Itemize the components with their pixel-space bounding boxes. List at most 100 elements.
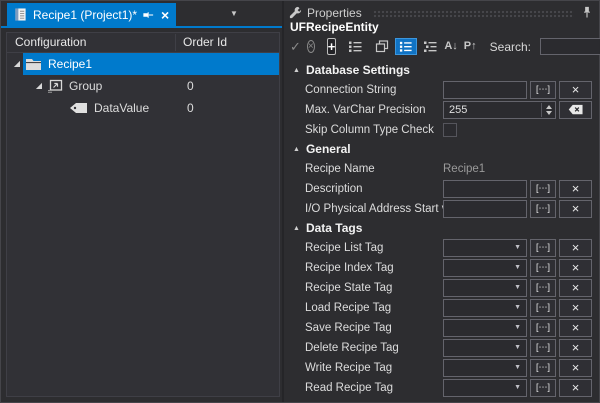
clear-button[interactable]: × bbox=[559, 319, 592, 337]
backspace-clear-button[interactable] bbox=[559, 101, 592, 119]
ellipsis-button[interactable]: [⋯] bbox=[530, 339, 556, 357]
tree-row-content: DataValue bbox=[67, 97, 279, 119]
list-settings-icon[interactable] bbox=[348, 40, 363, 53]
combo-select[interactable]: ▼ bbox=[443, 359, 527, 377]
property-row: Save Recipe Tag▼[⋯]× bbox=[289, 318, 592, 337]
ellipsis-button[interactable]: [⋯] bbox=[530, 299, 556, 317]
property-grid: ▲Database SettingsConnection String[⋯]×M… bbox=[289, 58, 592, 402]
chevron-down-icon[interactable]: ▼ bbox=[512, 344, 523, 351]
combo-select[interactable]: ▼ bbox=[443, 279, 527, 297]
expander-icon[interactable]: ◢ bbox=[14, 60, 23, 68]
section-expanded-icon[interactable]: ▲ bbox=[293, 146, 300, 153]
combo-select[interactable]: ▼ bbox=[443, 259, 527, 277]
tab-recipe1[interactable]: Recipe1 (Project1)* × bbox=[7, 3, 176, 26]
property-pages-icon[interactable]: P↑ bbox=[464, 41, 477, 52]
pin-icon[interactable] bbox=[143, 9, 154, 21]
spinner-up-icon[interactable] bbox=[546, 105, 552, 109]
clear-button[interactable]: × bbox=[559, 279, 592, 297]
clear-button[interactable]: × bbox=[559, 81, 592, 99]
section-expanded-icon[interactable]: ▲ bbox=[293, 225, 300, 232]
spinner-down-icon[interactable] bbox=[546, 111, 552, 115]
ellipsis-button[interactable]: [⋯] bbox=[530, 180, 556, 198]
cancel-icon[interactable]: × bbox=[307, 40, 315, 53]
property-row: Write Recipe Tag▼[⋯]× bbox=[289, 358, 592, 377]
readonly-value: Recipe1 bbox=[443, 163, 485, 175]
combo-select[interactable]: ▼ bbox=[443, 299, 527, 317]
ellipsis-button[interactable]: [⋯] bbox=[530, 200, 556, 218]
properties-title-bar[interactable]: Properties bbox=[289, 1, 592, 21]
close-icon[interactable]: × bbox=[161, 8, 169, 22]
tag-icon bbox=[69, 102, 88, 114]
chevron-down-icon[interactable]: ▼ bbox=[512, 284, 523, 291]
chevron-down-icon[interactable]: ▼ bbox=[512, 324, 523, 331]
clear-button[interactable]: × bbox=[559, 200, 592, 218]
property-value: [⋯]× bbox=[443, 81, 592, 99]
sort-az-icon[interactable]: A↓ bbox=[444, 41, 457, 52]
tree-header: Configuration Order Id bbox=[7, 33, 279, 53]
combo-select[interactable]: ▼ bbox=[443, 379, 527, 397]
clear-button[interactable]: × bbox=[559, 379, 592, 397]
property-label: Connection String bbox=[305, 84, 443, 96]
property-label: Read Recipe Tag bbox=[305, 382, 443, 394]
document-list-dropdown-icon[interactable]: ▼ bbox=[230, 9, 238, 18]
ellipsis-button[interactable]: [⋯] bbox=[530, 379, 556, 397]
ellipsis-button[interactable]: [⋯] bbox=[530, 81, 556, 99]
column-separator[interactable] bbox=[175, 34, 176, 51]
section-header[interactable]: ▲ General bbox=[289, 140, 592, 158]
text-input[interactable] bbox=[443, 81, 527, 99]
ellipsis-button[interactable]: [⋯] bbox=[530, 319, 556, 337]
tree-indent bbox=[7, 97, 67, 119]
combo-select[interactable]: ▼ bbox=[443, 319, 527, 337]
clear-button[interactable]: × bbox=[559, 359, 592, 377]
section-title: General bbox=[306, 142, 351, 156]
property-row: Recipe NameRecipe1 bbox=[289, 159, 592, 178]
number-input[interactable]: 255 bbox=[443, 101, 556, 119]
checkbox[interactable] bbox=[443, 123, 457, 137]
configuration-tree: Configuration Order Id ◢Recipe1◢Group0Da… bbox=[6, 32, 280, 397]
ellipsis-button[interactable]: [⋯] bbox=[530, 279, 556, 297]
column-header-configuration[interactable]: Configuration bbox=[15, 35, 86, 49]
titlebar-grip bbox=[373, 10, 574, 18]
tree-item-label: Group bbox=[69, 79, 102, 93]
spinner-control[interactable] bbox=[541, 103, 552, 117]
combo-select[interactable]: ▼ bbox=[443, 339, 527, 357]
chevron-down-icon[interactable]: ▼ bbox=[512, 244, 523, 251]
tree-row[interactable]: ◢Recipe1 bbox=[7, 53, 279, 75]
section-title: Database Settings bbox=[306, 63, 410, 77]
clear-button[interactable]: × bbox=[559, 299, 592, 317]
property-value: ▼ [⋯]× bbox=[443, 279, 592, 297]
chevron-down-icon[interactable]: ▼ bbox=[512, 384, 523, 391]
search-input[interactable] bbox=[540, 38, 600, 55]
section-header[interactable]: ▲ Database Settings bbox=[289, 61, 592, 79]
categorized-view-icon[interactable] bbox=[395, 38, 417, 55]
copy-icon[interactable] bbox=[375, 40, 389, 53]
column-header-order-id[interactable]: Order Id bbox=[183, 35, 227, 49]
panel-pin-icon[interactable] bbox=[582, 6, 592, 19]
section-expanded-icon[interactable]: ▲ bbox=[293, 67, 300, 74]
tree-row[interactable]: ◢Group0 bbox=[7, 75, 279, 97]
add-button[interactable]: + bbox=[327, 38, 337, 55]
chevron-down-icon[interactable]: ▼ bbox=[512, 364, 523, 371]
clear-button[interactable]: × bbox=[559, 239, 592, 257]
chevron-down-icon[interactable]: ▼ bbox=[512, 264, 523, 271]
ellipsis-button[interactable]: [⋯] bbox=[530, 239, 556, 257]
clear-button[interactable]: × bbox=[559, 339, 592, 357]
section-header[interactable]: ▲Data Tags bbox=[289, 219, 592, 237]
tree-row[interactable]: DataValue0 bbox=[7, 97, 279, 119]
property-row: Recipe List Tag▼[⋯]× bbox=[289, 238, 592, 257]
property-row: Recipe Index Tag▼[⋯]× bbox=[289, 258, 592, 277]
property-value: ▼ [⋯]× bbox=[443, 319, 592, 337]
chevron-down-icon[interactable]: ▼ bbox=[512, 304, 523, 311]
property-value bbox=[443, 123, 592, 137]
alphabetical-view-icon[interactable] bbox=[423, 40, 438, 53]
text-input[interactable] bbox=[443, 180, 527, 198]
clear-button[interactable]: × bbox=[559, 259, 592, 277]
ellipsis-button[interactable]: [⋯] bbox=[530, 359, 556, 377]
clear-button[interactable]: × bbox=[559, 180, 592, 198]
text-input[interactable] bbox=[443, 200, 527, 218]
combo-select[interactable]: ▼ bbox=[443, 239, 527, 257]
property-value: 255 bbox=[443, 101, 592, 119]
ellipsis-button[interactable]: [⋯] bbox=[530, 259, 556, 277]
apply-icon[interactable]: ✓ bbox=[290, 40, 301, 53]
expander-icon[interactable]: ◢ bbox=[36, 82, 45, 90]
